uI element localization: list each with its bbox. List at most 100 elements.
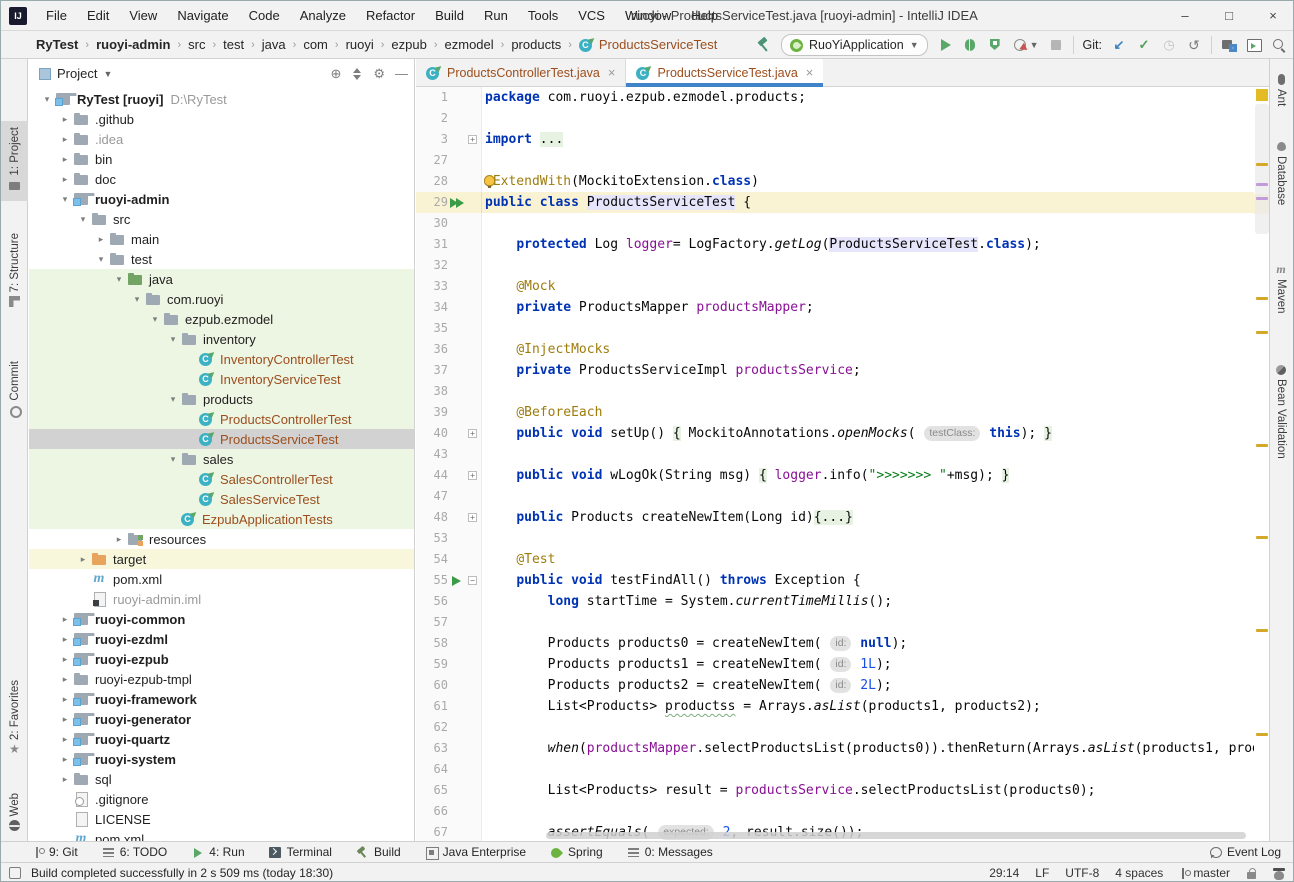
menu-refactor[interactable]: Refactor [357,2,424,30]
tree-row[interactable]: mpom.xml [29,569,415,589]
tree-row[interactable]: CSalesServiceTest [29,489,415,509]
code-line[interactable]: 57 [416,612,1254,633]
stripe-mark[interactable] [1256,331,1268,334]
fold-expand-icon[interactable]: + [468,429,477,438]
chevron-right-icon[interactable]: ▸ [57,754,73,765]
stop-button[interactable] [1048,37,1064,53]
sidebar-item-web[interactable]: Web [1,787,28,841]
sidebar-item-bean-validation[interactable]: Bean Validation [1269,354,1293,465]
chevron-right-icon[interactable]: ▸ [111,534,127,545]
tab-close-icon[interactable]: × [608,65,616,80]
chevron-down-icon[interactable]: ▾ [57,194,73,205]
stripe-mark[interactable] [1256,297,1268,300]
toolwindow-button-0-messages[interactable]: 0: Messages [627,845,713,859]
code-line[interactable]: 43 [416,444,1254,465]
tree-row[interactable]: CInventoryServiceTest [29,369,415,389]
stripe-mark[interactable] [1256,444,1268,447]
sidebar-item-database[interactable]: Database [1269,131,1293,211]
code-line[interactable]: 59 Products products1 = createNewItem( i… [416,654,1254,675]
menu-file[interactable]: File [37,2,76,30]
tree-row[interactable]: LICENSE [29,809,415,829]
code-line[interactable]: 61 List<Products> productss = Arrays.asL… [416,696,1254,717]
code-line[interactable]: 29public class ProductsServiceTest { [416,192,1254,213]
code-line[interactable]: 35 [416,318,1254,339]
run-test-icon[interactable] [448,570,466,591]
stripe-mark[interactable] [1256,183,1268,186]
tree-row[interactable]: ▸ruoyi-ezpub [29,649,415,669]
code-line[interactable]: 58 Products products0 = createNewItem( i… [416,633,1254,654]
code-line[interactable]: 2 [416,108,1254,129]
git-branch-widget[interactable]: master [1179,866,1230,880]
stripe-mark[interactable] [1256,197,1268,200]
tree-row[interactable]: mpom.xml [29,829,415,841]
tree-row[interactable]: ▾test [29,249,415,269]
code-line[interactable]: 62 [416,717,1254,738]
stripe-mark[interactable] [1256,733,1268,736]
code-line[interactable]: 34 private ProductsMapper productsMapper… [416,297,1254,318]
close-button[interactable]: × [1251,1,1294,31]
code-line[interactable]: 1package com.ruoyi.ezpub.ezmodel.product… [416,87,1254,108]
tree-row[interactable]: ▾java [29,269,415,289]
chevron-right-icon[interactable]: ▸ [57,154,73,165]
code-line[interactable]: 33 @Mock [416,276,1254,297]
chevron-right-icon[interactable]: ▸ [57,774,73,785]
chevron-down-icon[interactable]: ▾ [165,334,181,345]
menu-build[interactable]: Build [426,2,473,30]
hide-panel-icon[interactable]: — [395,66,408,81]
chevron-right-icon[interactable]: ▸ [57,134,73,145]
run-anything-icon[interactable] [1246,37,1262,53]
code-line[interactable]: 55− public void testFindAll() throws Exc… [416,570,1254,591]
code-line[interactable]: 54 @Test [416,549,1254,570]
problems-indicator[interactable] [1256,89,1268,101]
code-line[interactable]: 66 [416,801,1254,822]
tree-row[interactable]: ▾ezpub.ezmodel [29,309,415,329]
code-line[interactable]: 56 long startTime = System.currentTimeMi… [416,591,1254,612]
breadcrumb-item[interactable]: java [262,37,286,52]
run-test-icon[interactable] [448,192,466,213]
tree-row[interactable]: ruoyi-admin.iml [29,589,415,609]
breadcrumb-item[interactable]: ezpub [391,37,426,52]
code-line[interactable]: 53 [416,528,1254,549]
highlighting-level-icon[interactable] [1273,867,1285,880]
menu-tools[interactable]: Tools [519,2,567,30]
chevron-right-icon[interactable]: ▸ [57,114,73,125]
editor-tab[interactable]: CProductsControllerTest.java× [416,59,626,86]
tree-row[interactable]: ▸target [29,549,415,569]
run-button[interactable] [937,37,953,53]
tree-row[interactable]: ▾products [29,389,415,409]
code-area[interactable]: 1package com.ruoyi.ezpub.ezmodel.product… [416,87,1254,841]
tree-row[interactable]: ▸main [29,229,415,249]
code-line[interactable]: 32 [416,255,1254,276]
toolwindow-button-terminal[interactable]: Terminal [269,845,332,859]
fold-expand-icon[interactable]: + [468,513,477,522]
tree-row[interactable]: ▸resources [29,529,415,549]
chevron-down-icon[interactable]: ▾ [75,214,91,225]
chevron-down-icon[interactable]: ▾ [39,94,55,105]
code-line[interactable]: 40+ public void setUp() { MockitoAnnotat… [416,423,1254,444]
update-project-icon[interactable]: ↙ [1111,37,1127,53]
caret-position[interactable]: 29:14 [989,866,1019,880]
chevron-down-icon[interactable]: ▾ [129,294,145,305]
sidebar-item-commit[interactable]: Commit [1,355,28,426]
tree-row[interactable]: ▸ruoyi-generator [29,709,415,729]
tree-row[interactable]: ▸ruoyi-framework [29,689,415,709]
debug-button[interactable] [962,37,978,53]
search-everywhere-icon[interactable] [1271,37,1287,53]
code-line[interactable]: 48+ public Products createNewItem(Long i… [416,507,1254,528]
build-project-icon[interactable] [756,37,772,53]
chevron-down-icon[interactable]: ▼ [1030,40,1039,50]
sidebar-item-maven[interactable]: mMaven [1269,254,1293,320]
chevron-right-icon[interactable]: ▸ [57,674,73,685]
code-line[interactable]: 36 @InjectMocks [416,339,1254,360]
intention-bulb-icon[interactable] [484,175,495,186]
sidebar-item-ant[interactable]: Ant [1269,64,1293,112]
scrollbar-thumb[interactable] [1255,104,1269,234]
chevron-down-icon[interactable]: ▾ [147,314,163,325]
stripe-mark[interactable] [1256,536,1268,539]
chevron-right-icon[interactable]: ▸ [57,654,73,665]
stripe-mark[interactable] [1256,163,1268,166]
tree-row[interactable]: ▾com.ruoyi [29,289,415,309]
coverage-button[interactable] [987,37,1003,53]
editor-tab-active[interactable]: CProductsServiceTest.java× [626,59,823,86]
breadcrumb-item[interactable]: src [188,37,205,52]
